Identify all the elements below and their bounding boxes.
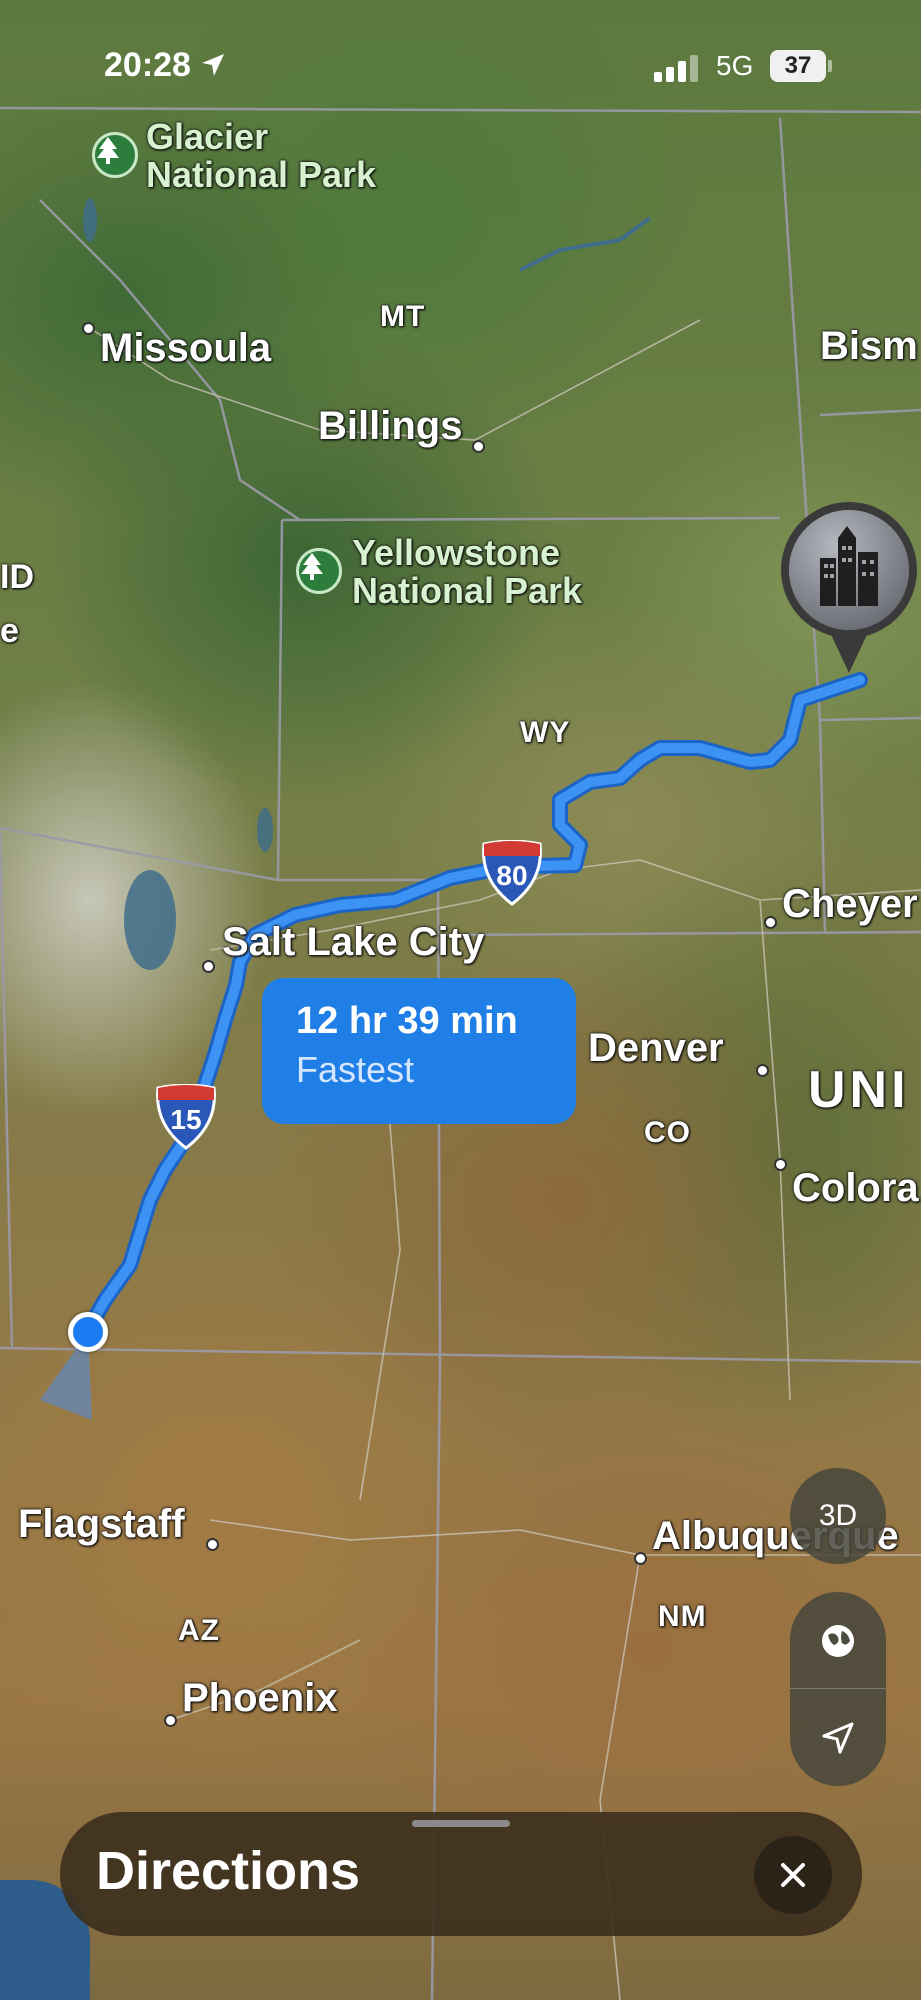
3d-toggle-button[interactable]: 3D <box>790 1468 886 1564</box>
status-time: 20:28 <box>104 46 191 84</box>
city-dot <box>756 1064 769 1077</box>
city-label-partial: e <box>0 612 19 650</box>
route-duration: 12 hr 39 min <box>296 1000 518 1042</box>
network-type: 5G <box>716 50 754 81</box>
city-dot <box>82 322 95 335</box>
city-label-salt-lake-city[interactable]: Salt Lake City <box>222 920 484 965</box>
route-info-bubble[interactable]: 12 hr 39 min Fastest <box>262 978 576 1124</box>
interstate-15-shield: 15 <box>154 1084 218 1150</box>
interstate-80-shield: 80 <box>480 840 544 906</box>
city-label-denver[interactable]: Denver <box>588 1026 724 1071</box>
sheet-grabber[interactable] <box>412 1820 510 1827</box>
tree-icon <box>97 137 119 164</box>
battery-level: 37 <box>784 52 812 79</box>
location-services-icon <box>202 54 224 76</box>
state-label-co: CO <box>644 1116 691 1149</box>
recenter-location-button[interactable] <box>790 1689 886 1786</box>
city-dot <box>164 1714 177 1727</box>
map-view[interactable]: Glacier National Park Yellowstone Nation… <box>0 0 921 2000</box>
battery-indicator: 37 <box>770 50 826 82</box>
state-label-mt: MT <box>380 300 426 333</box>
country-label: UNI <box>808 1061 910 1119</box>
route-type-label: Fastest <box>296 1049 415 1090</box>
city-dot <box>764 916 777 929</box>
yellowstone-park-label[interactable]: Yellowstone National Park <box>352 534 582 610</box>
park-icon[interactable] <box>92 132 138 178</box>
city-label-bismarck[interactable]: Bism <box>820 324 918 369</box>
destination-pin[interactable] <box>778 498 920 680</box>
current-location-dot <box>68 1312 108 1352</box>
status-bar: 20:28 5G 37 <box>0 0 921 130</box>
city-label-phoenix[interactable]: Phoenix <box>182 1676 338 1721</box>
location-arrow-icon <box>822 1722 854 1753</box>
state-label-wy: WY <box>520 716 571 749</box>
city-dot <box>774 1158 787 1171</box>
state-label-nm: NM <box>658 1600 707 1633</box>
globe-icon <box>822 1624 854 1657</box>
close-button[interactable] <box>754 1836 832 1914</box>
city-dot <box>472 440 485 453</box>
close-icon <box>781 1863 805 1887</box>
park-icon[interactable] <box>296 548 342 594</box>
city-label-id-partial: ID <box>0 558 34 596</box>
tree-icon <box>301 553 323 580</box>
state-label-az: AZ <box>178 1614 220 1647</box>
city-label-flagstaff[interactable]: Flagstaff <box>18 1502 185 1547</box>
cellular-signal-icon <box>654 55 698 82</box>
directions-sheet[interactable]: Directions <box>60 1812 862 1936</box>
city-label-billings[interactable]: Billings <box>318 404 462 449</box>
city-dot <box>202 960 215 973</box>
city-label-cheyenne[interactable]: Cheyer <box>782 882 918 927</box>
sheet-title: Directions <box>96 1841 361 1901</box>
city-label-missoula[interactable]: Missoula <box>100 326 271 371</box>
city-dot <box>634 1552 647 1565</box>
city-label-colorado-springs[interactable]: Colora <box>792 1166 919 1211</box>
map-mode-button[interactable] <box>790 1592 886 1689</box>
city-dot <box>206 1538 219 1551</box>
city-buildings-icon <box>781 502 917 673</box>
battery-cap <box>828 60 832 72</box>
map-controls <box>790 1592 886 1786</box>
